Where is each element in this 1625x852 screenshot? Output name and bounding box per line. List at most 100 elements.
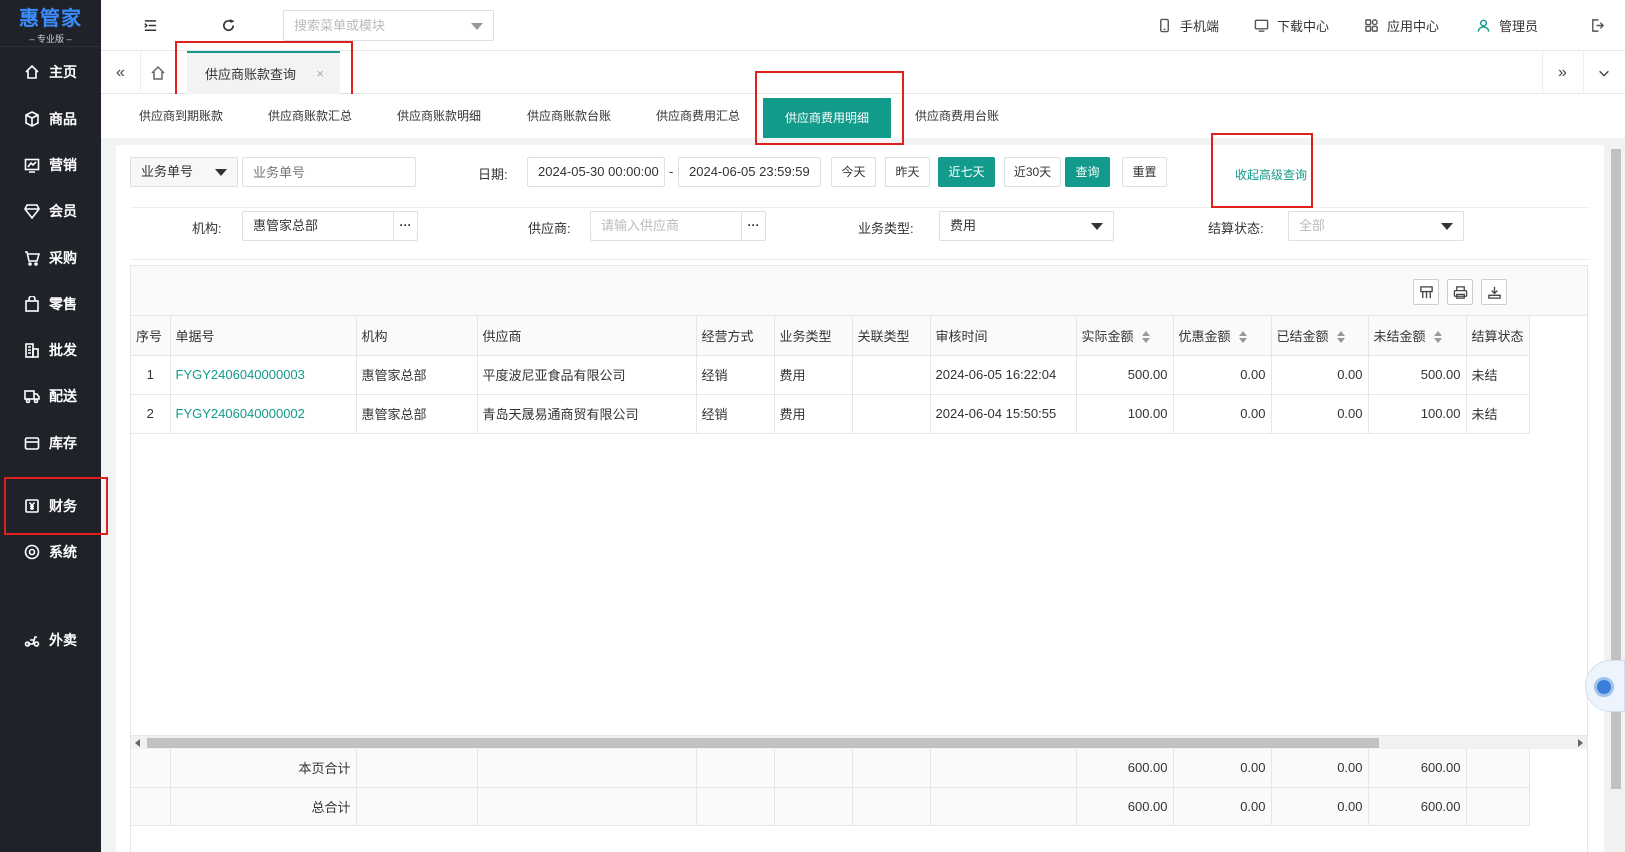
order-number-input[interactable] — [242, 157, 416, 187]
date-end-input[interactable]: 2024-06-05 23:59:59 — [678, 157, 821, 187]
menu-toggle-icon[interactable] — [139, 14, 161, 36]
last-7-days-button[interactable]: 近七天 — [938, 157, 995, 187]
sidebar-item-member[interactable]: 会员 — [0, 189, 101, 233]
supplier-picker-button[interactable]: ··· — [741, 212, 765, 240]
sidebar-item-home[interactable]: 主页 — [0, 50, 101, 94]
col-header-org: 机构 — [356, 316, 478, 356]
org-picker-button[interactable]: ··· — [393, 212, 417, 240]
col-header-discount-amount[interactable]: 优惠金额 — [1173, 316, 1272, 356]
logo-sub: – 专业版 – — [29, 33, 72, 44]
mobile-link[interactable]: 手机端 — [1156, 0, 1219, 51]
date-start-input[interactable]: 2024-05-30 00:00:00 — [527, 157, 665, 187]
cell-doc-no-link[interactable]: FYGY2406040000003 — [170, 355, 357, 395]
cell-settle-status: 未结 — [1466, 394, 1530, 434]
cell-org: 惠管家总部 — [356, 394, 478, 434]
app-center-link[interactable]: 应用中心 — [1363, 0, 1439, 51]
vertical-scrollbar[interactable] — [1607, 145, 1625, 852]
export-button[interactable] — [1481, 279, 1507, 305]
horizontal-scrollbar[interactable] — [131, 735, 1587, 749]
tabs-scroll-right-icon[interactable]: » — [1542, 51, 1582, 94]
logo-main: 惠管家 — [19, 5, 82, 30]
search-field-select[interactable]: 业务单号 — [130, 157, 238, 187]
page-total-unsettled: 600.00 — [1368, 749, 1467, 788]
sidebar-item-delivery[interactable]: 配送 — [0, 374, 101, 418]
col-header-actual-amount[interactable]: 实际金额 — [1076, 316, 1174, 356]
reset-button[interactable]: 重置 — [1122, 157, 1167, 187]
sidebar-item-label: 配送 — [49, 388, 77, 404]
subtab-supplier-due[interactable]: 供应商到期账款 — [139, 94, 223, 138]
scooter-icon — [24, 632, 40, 648]
logout-button[interactable] — [1589, 0, 1613, 51]
col-header-unsettled-amount[interactable]: 未结金额 — [1368, 316, 1467, 356]
biz-type-select[interactable]: 费用 — [939, 211, 1114, 241]
sort-icon[interactable] — [1433, 331, 1442, 344]
column-settings-button[interactable] — [1413, 279, 1439, 305]
sort-icon[interactable] — [1336, 331, 1345, 344]
sidebar-item-label: 营销 — [49, 157, 77, 173]
table-row[interactable]: 2 FYGY2406040000002 惠管家总部 青岛天晟易通商贸有限公司 经… — [131, 394, 1530, 434]
yuan-icon — [24, 498, 40, 514]
download-center-label: 下载中心 — [1277, 19, 1330, 34]
sidebar-item-finance[interactable]: 财务 — [0, 484, 101, 528]
sidebar-item-label: 会员 — [49, 203, 77, 219]
home-tab-icon[interactable] — [146, 61, 170, 85]
top-bar: 搜索菜单或模块 手机端 下载中心 应用中心 管理员 — [101, 0, 1625, 51]
subtab-supplier-account-detail[interactable]: 供应商账款明细 — [397, 94, 481, 138]
sidebar-item-system[interactable]: 系统 — [0, 530, 101, 574]
subtab-supplier-account-summary[interactable]: 供应商账款汇总 — [268, 94, 352, 138]
sidebar-item-label: 商品 — [49, 111, 77, 127]
cart-icon — [24, 250, 40, 266]
tabs-menu-chevron-icon[interactable] — [1583, 51, 1623, 94]
settle-status-select[interactable]: 全部 — [1288, 211, 1464, 241]
diamond-icon — [24, 203, 40, 219]
scroll-left-icon[interactable] — [135, 739, 140, 747]
monitor-icon — [1253, 18, 1269, 34]
tab-supplier-account-query[interactable]: 供应商账款查询 × — [187, 51, 340, 94]
supplier-input[interactable]: 请输入供应商 ··· — [590, 211, 766, 241]
print-button[interactable] — [1447, 279, 1473, 305]
truck-icon — [24, 388, 40, 404]
sidebar-item-goods[interactable]: 商品 — [0, 97, 101, 141]
col-header-index: 序号 — [131, 316, 171, 356]
sort-icon[interactable] — [1141, 331, 1150, 344]
download-center-link[interactable]: 下载中心 — [1253, 0, 1329, 51]
sort-icon[interactable] — [1238, 331, 1247, 344]
subtab-supplier-expense-ledger[interactable]: 供应商费用台账 — [915, 94, 999, 138]
grand-total-row: 总合计 600.00 0.00 0.00 600.00 — [131, 787, 1530, 826]
tabs-scroll-left-icon[interactable]: « — [101, 51, 141, 94]
divider — [130, 259, 1590, 260]
sidebar-item-wholesale[interactable]: 批发 — [0, 328, 101, 372]
user-menu[interactable]: 管理员 — [1475, 0, 1538, 51]
cell-doc-no-link[interactable]: FYGY2406040000002 — [170, 394, 357, 434]
yesterday-button[interactable]: 昨天 — [885, 157, 930, 187]
refresh-icon[interactable] — [217, 14, 239, 36]
chevron-down-icon — [471, 23, 483, 30]
sidebar-item-purchase[interactable]: 采购 — [0, 236, 101, 280]
sidebar-item-retail[interactable]: 零售 — [0, 282, 101, 326]
sub-tabs: 供应商到期账款 供应商账款汇总 供应商账款明细 供应商账款台账 供应商费用汇总 … — [101, 94, 1625, 138]
grand-total-label: 总合计 — [170, 787, 357, 826]
query-button[interactable]: 查询 — [1065, 157, 1110, 187]
close-icon[interactable]: × — [316, 66, 324, 81]
export-icon — [1487, 285, 1502, 300]
subtab-supplier-account-ledger[interactable]: 供应商账款台账 — [527, 94, 611, 138]
table-row[interactable]: 1 FYGY2406040000003 惠管家总部 平度波尼亚食品有限公司 经销… — [131, 355, 1530, 395]
today-button[interactable]: 今天 — [831, 157, 876, 187]
sidebar-item-marketing[interactable]: 营销 — [0, 143, 101, 187]
page-total-label: 本页合计 — [170, 749, 357, 788]
subtab-supplier-expense-summary[interactable]: 供应商费用汇总 — [656, 94, 740, 138]
scroll-right-icon[interactable] — [1578, 739, 1583, 747]
col-header-settled-amount[interactable]: 已结金额 — [1271, 316, 1369, 356]
chevron-down-icon — [215, 169, 227, 176]
subtab-supplier-expense-detail[interactable]: 供应商费用明细 — [763, 98, 892, 138]
cell-index: 1 — [131, 355, 171, 395]
org-input[interactable]: 惠管家总部 ··· — [242, 211, 418, 241]
menu-search-select[interactable]: 搜索菜单或模块 — [283, 10, 494, 41]
sidebar-item-inventory[interactable]: 库存 — [0, 421, 101, 465]
sidebar-item-takeout[interactable]: 外卖 — [0, 618, 101, 662]
last-30-days-button[interactable]: 近30天 — [1004, 157, 1061, 187]
scrollbar-thumb[interactable] — [147, 738, 1379, 748]
sidebar-item-label: 系统 — [49, 544, 77, 560]
supplier-placeholder: 请输入供应商 — [601, 218, 680, 233]
collapse-advanced-query-link[interactable]: 收起高级查询 — [1235, 166, 1307, 183]
